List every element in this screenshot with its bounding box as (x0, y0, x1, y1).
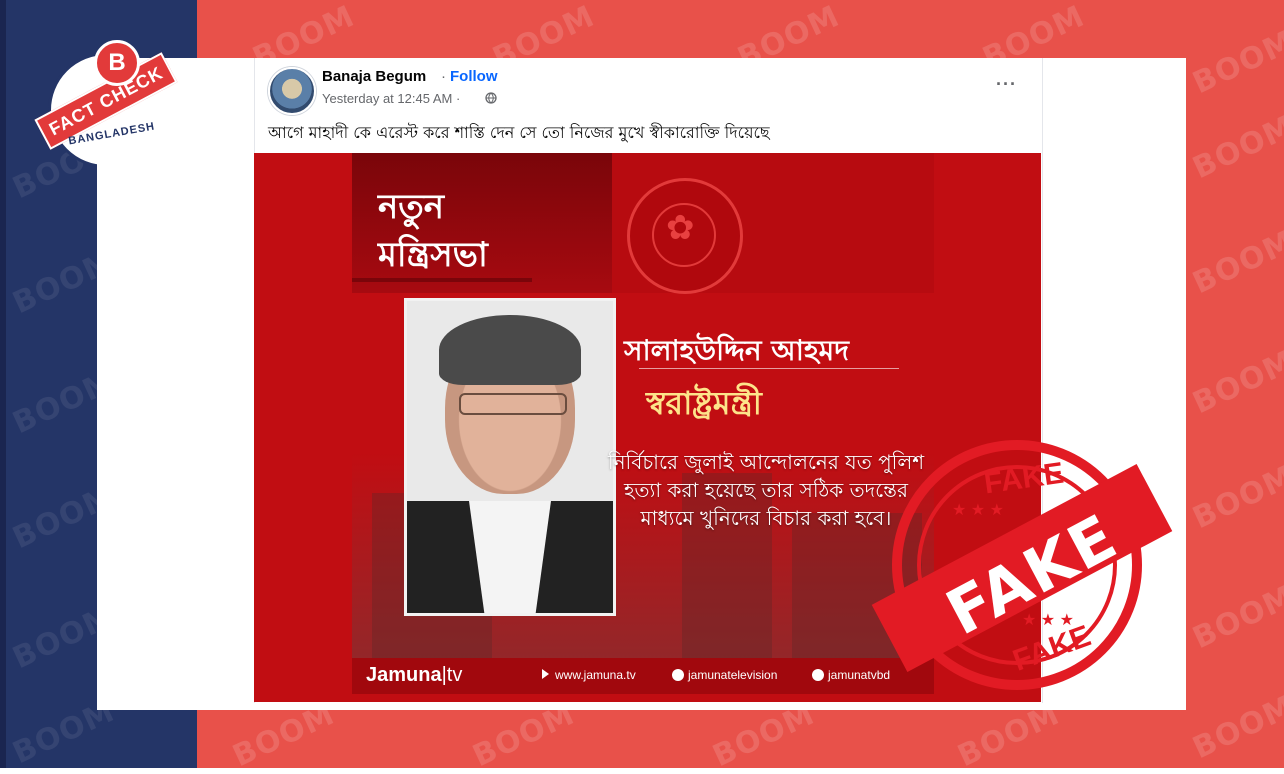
author-avatar[interactable] (268, 67, 316, 115)
post-timestamp[interactable]: Yesterday at 12:45 AM · (322, 91, 460, 106)
image-footer: Jamuna|tv www.jamuna.tv jamunatelevision… (352, 658, 934, 694)
brand-name: Jamuna (366, 664, 442, 686)
water-lily-icon: ✿ (666, 209, 695, 247)
background-left-edge (0, 0, 6, 768)
post-caption: আগে মাহাদী কে এরেস্ট করে শাস্তি দেন সে ত… (268, 123, 770, 142)
footer-website-text: www.jamuna.tv (555, 668, 636, 682)
minister-role: স্বরাষ্ট্রমন্ত্রী (646, 384, 762, 422)
photo-hair (439, 315, 581, 385)
jamuna-tv-logo: Jamuna|tv (366, 664, 462, 687)
follow-button[interactable]: Follow (450, 68, 498, 85)
footer-facebook: jamunatelevision (672, 668, 777, 682)
footer-website: www.jamuna.tv (542, 668, 636, 682)
title-underline (352, 278, 532, 282)
cabinet-title-line1: নতুন (378, 187, 445, 227)
name-divider (639, 368, 899, 369)
brand-tv: |tv (441, 664, 463, 686)
star-icon: ★ ★ ★ (952, 502, 1004, 519)
facebook-icon (672, 669, 684, 681)
fake-stamp: FAKE FAKE ★ ★ ★ ★ ★ ★ FAKE (871, 440, 1180, 710)
header-separator: · (441, 68, 446, 85)
youtube-icon (812, 669, 824, 681)
logo-b-badge: B (94, 40, 140, 86)
more-options-button[interactable]: ··· (996, 74, 1017, 95)
footer-facebook-text: jamunatelevision (688, 668, 778, 682)
photo-glasses (459, 393, 567, 415)
play-arrow-icon (542, 669, 549, 679)
minister-photo (404, 298, 616, 616)
author-name[interactable]: Banaja Begum (322, 68, 426, 85)
cabinet-title-line2: মন্ত্রিসভা (378, 235, 488, 275)
bangladesh-emblem: ✿ (627, 178, 743, 294)
globe-icon (485, 92, 497, 104)
cabinet-title: নতুন মন্ত্রিসভা (378, 183, 488, 279)
